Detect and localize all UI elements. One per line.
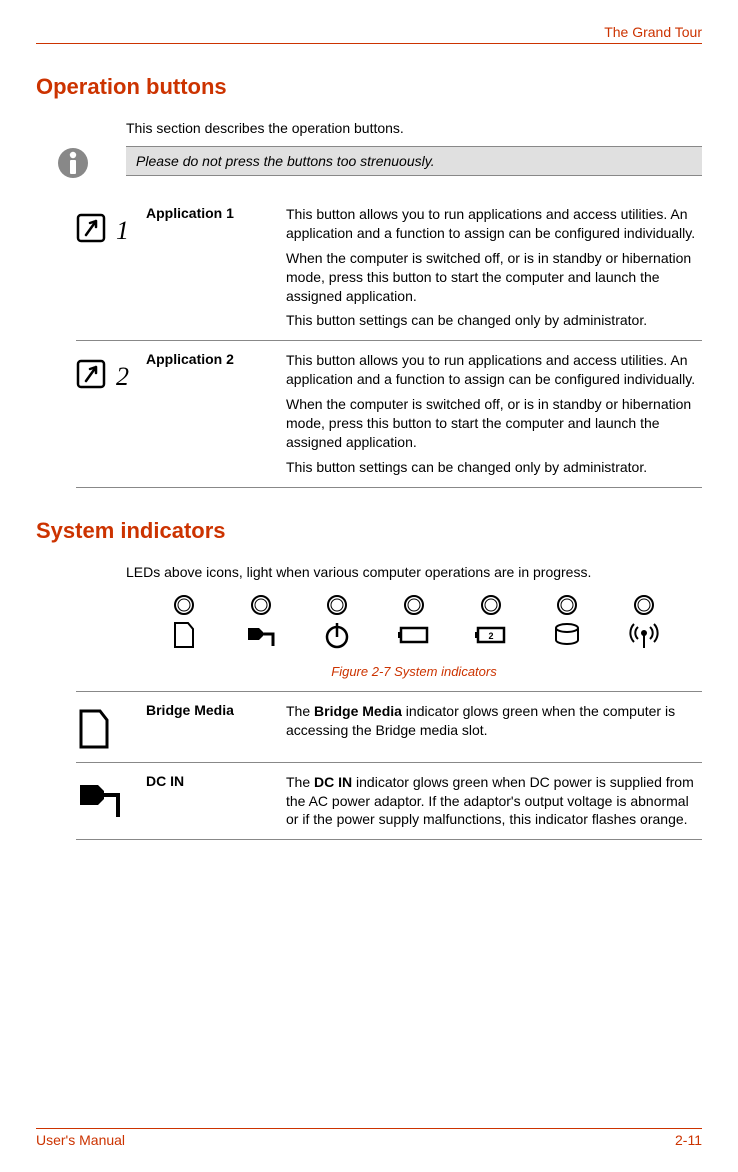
page-header: The Grand Tour <box>36 24 702 44</box>
page-footer: User's Manual 2-11 <box>36 1128 702 1148</box>
note-text: Please do not press the buttons too stre… <box>126 146 702 176</box>
app2-p3: This button settings can be changed only… <box>286 458 702 477</box>
bridge-media-desc: The Bridge Media indicator glows green w… <box>286 702 702 740</box>
footer-right: 2-11 <box>675 1132 702 1148</box>
indicators-figure: 2 Figure 2-7 System indicators <box>126 594 702 679</box>
led-power <box>307 594 367 650</box>
led-dc-in <box>231 594 291 650</box>
svg-text:2: 2 <box>488 631 493 641</box>
app1-p1: This button allows you to run applicatio… <box>286 205 702 243</box>
led-hdd <box>537 594 597 650</box>
app1-p2: When the computer is switched off, or is… <box>286 249 702 306</box>
system-indicators-intro: LEDs above icons, light when various com… <box>126 564 702 580</box>
app1-desc: This button allows you to run applicatio… <box>286 205 702 330</box>
app1-p3: This button settings can be changed only… <box>286 311 702 330</box>
led-battery-2: 2 <box>461 594 521 650</box>
bridge-media-row: Bridge Media The Bridge Media indicator … <box>76 691 702 763</box>
dc-in-label: DC IN <box>146 773 286 789</box>
app2-desc: This button allows you to run applicatio… <box>286 351 702 476</box>
bridge-media-icon <box>76 702 146 752</box>
system-indicators-heading: System indicators <box>36 518 702 544</box>
app1-icon: 1 <box>76 205 146 249</box>
svg-text:2: 2 <box>116 362 129 391</box>
operation-buttons-heading: Operation buttons <box>36 74 702 100</box>
app2-p1: This button allows you to run applicatio… <box>286 351 702 389</box>
led-battery <box>384 594 444 650</box>
svg-text:1: 1 <box>116 216 129 245</box>
app1-row: 1 Application 1 This button allows you t… <box>76 195 702 341</box>
dc-in-row: DC IN The DC IN indicator glows green wh… <box>76 763 702 841</box>
led-wireless <box>614 594 674 650</box>
app2-label: Application 2 <box>146 351 286 367</box>
figure-caption: Figure 2-7 System indicators <box>126 664 702 679</box>
app1-label: Application 1 <box>146 205 286 221</box>
footer-left: User's Manual <box>36 1132 125 1148</box>
app2-p2: When the computer is switched off, or is… <box>286 395 702 452</box>
bridge-media-label: Bridge Media <box>146 702 286 718</box>
app2-row: 2 Application 2 This button allows you t… <box>76 341 702 487</box>
dc-in-icon <box>76 773 146 821</box>
info-icon <box>56 146 96 185</box>
led-bridge-media <box>154 594 214 650</box>
header-right: The Grand Tour <box>604 24 702 40</box>
dc-in-desc: The DC IN indicator glows green when DC … <box>286 773 702 830</box>
app2-icon: 2 <box>76 351 146 395</box>
note-row: Please do not press the buttons too stre… <box>56 146 702 185</box>
operation-buttons-intro: This section describes the operation but… <box>126 120 702 136</box>
